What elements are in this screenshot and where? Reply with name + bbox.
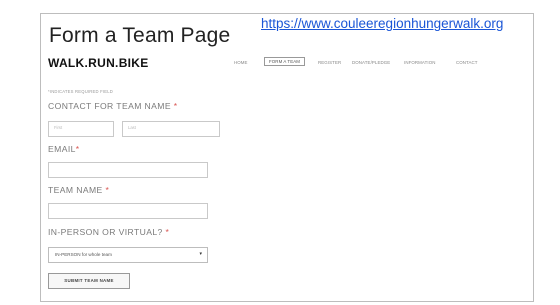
first-name-input[interactable]: First [48,121,114,137]
email-field[interactable] [48,162,208,178]
mode-select[interactable]: IN-PERSON for whole team ▾ [48,247,208,263]
slide: Form a Team Page https://www.couleeregio… [0,0,560,305]
mode-select-value: IN-PERSON for whole team [55,252,112,257]
email-label: EMAIL* [48,144,80,154]
mode-label: IN-PERSON OR VIRTUAL? * [48,227,170,237]
nav-register[interactable]: REGISTER [318,60,341,65]
nav-donate-pledge[interactable]: DONATE/PLEDGE [352,60,390,65]
slide-title: Form a Team Page [49,24,231,47]
contact-label: CONTACT FOR TEAM NAME * [48,101,178,111]
chevron-down-icon: ▾ [199,251,202,257]
nav-form-a-team[interactable]: FORM A TEAM [264,57,306,66]
website-link[interactable]: https://www.couleeregionhungerwalk.org [261,16,503,31]
submit-team-button[interactable]: SUBMIT TEAM NAME [48,273,130,289]
last-name-input[interactable]: Last [122,121,220,137]
nav-information[interactable]: INFORMATION [404,60,436,65]
nav-contact[interactable]: CONTACT [456,60,478,65]
nav-home[interactable]: HOME [234,60,248,65]
required-note: *INDICATES REQUIRED FIELD [48,89,113,94]
team-name-input[interactable] [48,203,208,219]
site-logo[interactable]: WALK.RUN.BIKE [48,56,149,70]
team-name-label: TEAM NAME * [48,185,110,195]
